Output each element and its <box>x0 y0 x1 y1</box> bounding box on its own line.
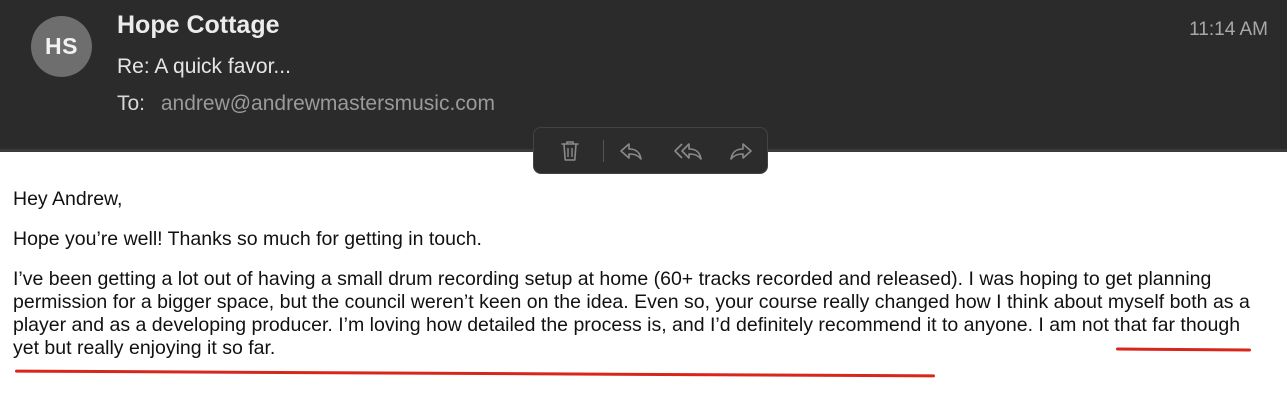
toolbar-divider <box>603 140 604 162</box>
reply-button[interactable] <box>618 139 644 163</box>
reply-icon <box>620 143 642 160</box>
body-paragraph: Hope you’re well! Thanks so much for get… <box>13 228 482 250</box>
email-body: Hey Andrew, Hope you’re well! Thanks so … <box>13 188 1268 377</box>
greeting-line: Hey Andrew, <box>13 188 123 210</box>
received-time: 11:14 AM <box>1189 19 1268 40</box>
sender-name[interactable]: Hope Cottage <box>117 11 280 40</box>
forward-icon <box>730 143 752 160</box>
recipient-address[interactable]: andrew@andrewmastersmusic.com <box>161 92 495 115</box>
forward-button[interactable] <box>728 139 754 163</box>
reply-all-button[interactable] <box>673 139 705 163</box>
trash-icon <box>561 141 579 161</box>
delete-button[interactable] <box>557 139 583 163</box>
email-subject: Re: A quick favor... <box>117 55 291 78</box>
body-paragraph: I’ve been getting a lot out of having a … <box>13 268 1268 360</box>
message-action-toolbar <box>533 127 768 174</box>
reply-all-icon <box>674 143 702 160</box>
to-label: To: <box>117 92 146 115</box>
recipient-row: To: andrew@andrewmastersmusic.com <box>117 92 495 116</box>
sender-avatar: HS <box>31 16 92 77</box>
